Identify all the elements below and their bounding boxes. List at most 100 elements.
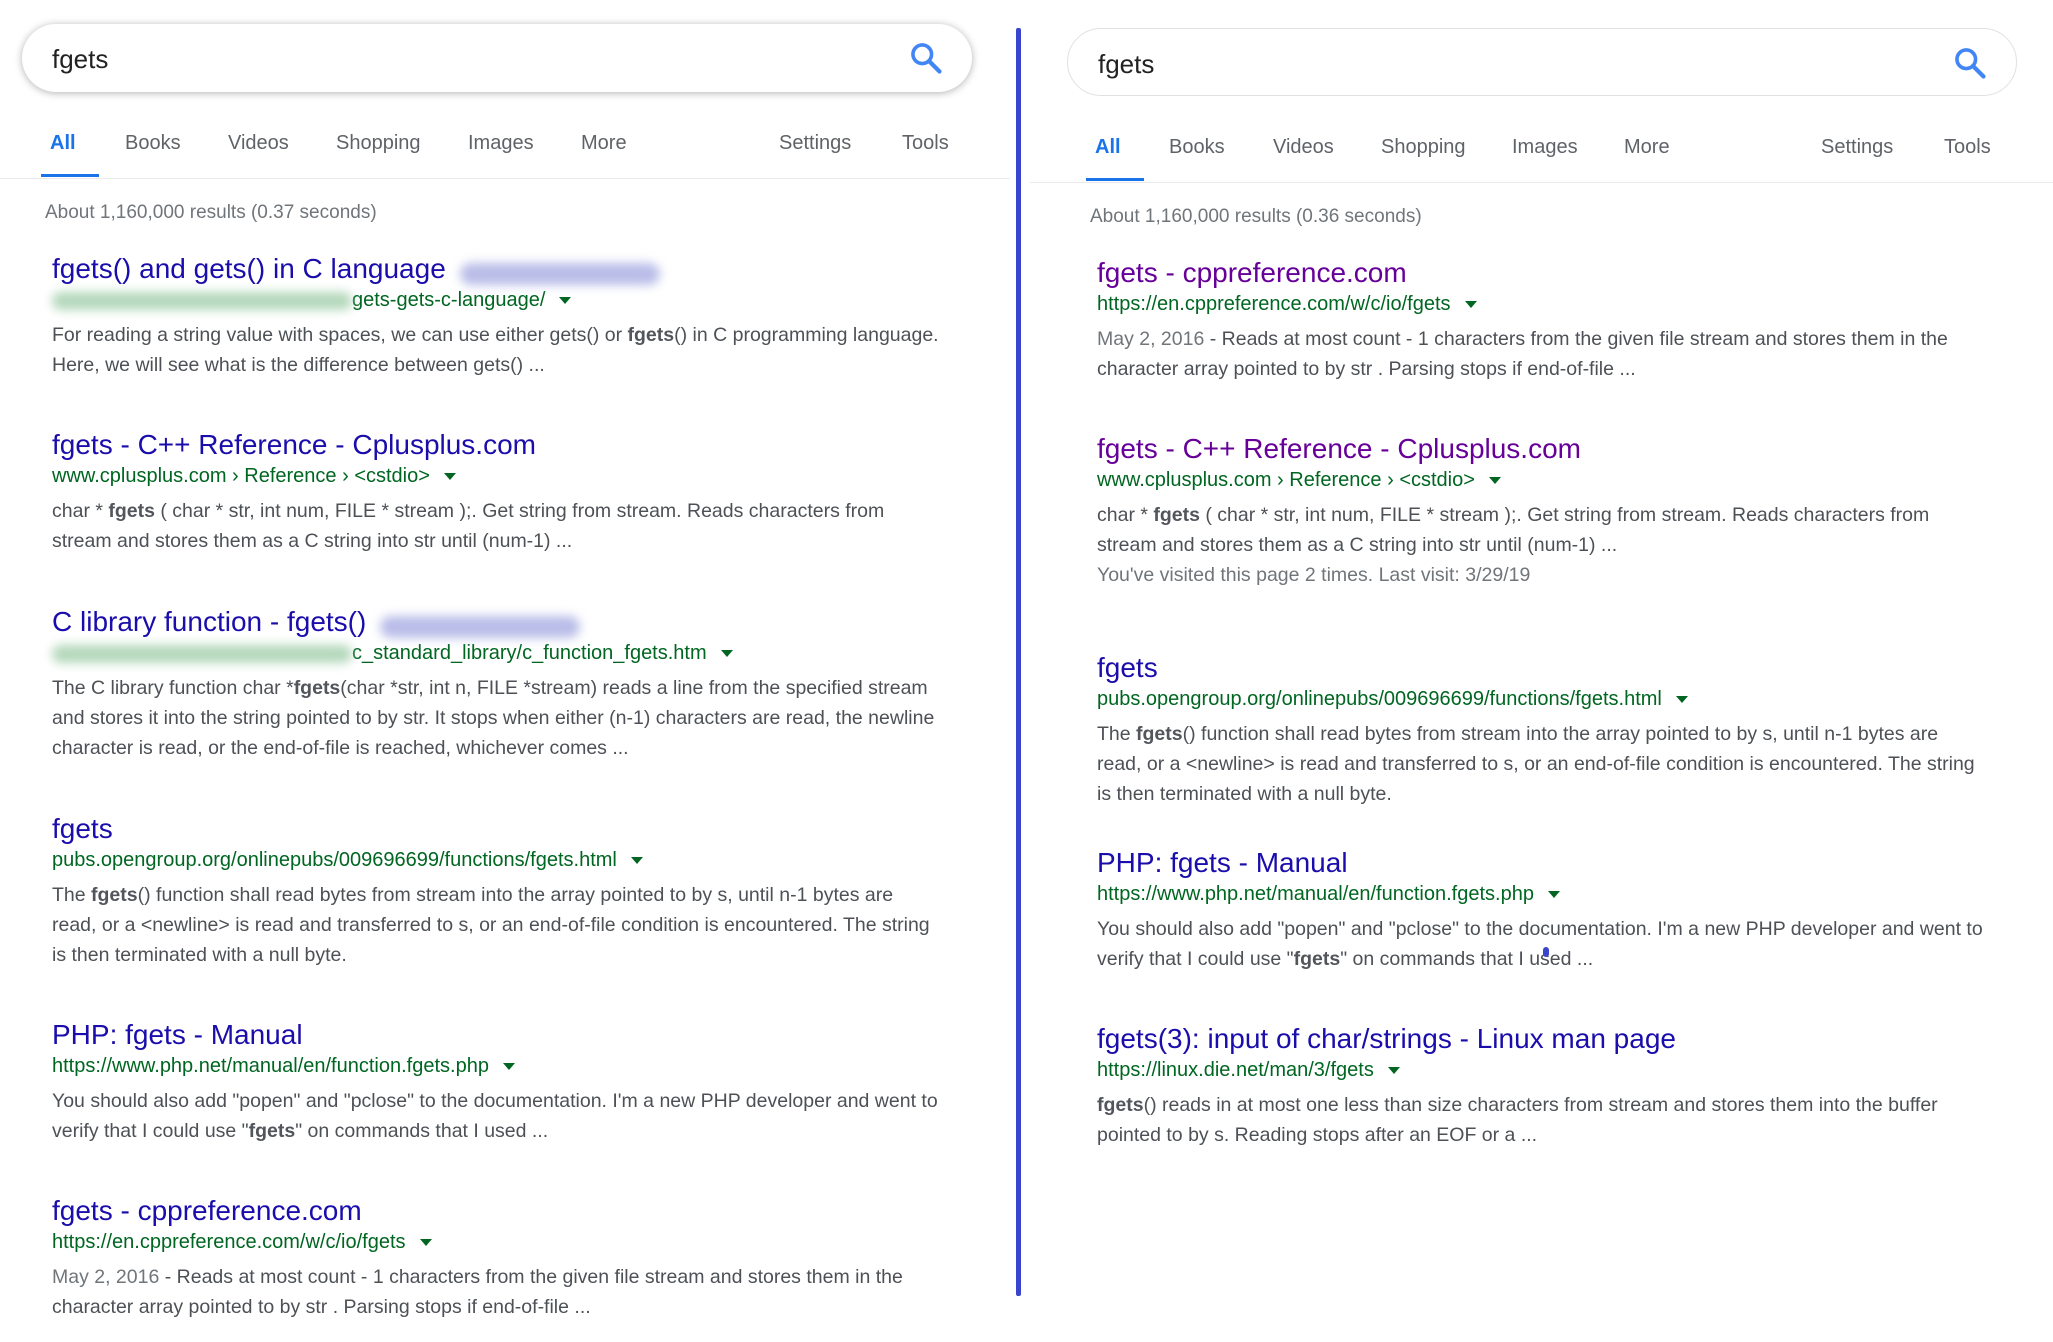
snippet-text: The <box>52 884 92 906</box>
cursor-mark <box>1543 947 1549 957</box>
caret-down-icon[interactable] <box>559 297 572 304</box>
result-snippet: The fgets() function shall read bytes fr… <box>52 880 972 970</box>
tab-tools[interactable]: Tools <box>902 132 949 155</box>
snippet-highlight: fgets <box>248 1120 296 1142</box>
tab-images[interactable]: Images <box>468 132 534 155</box>
caret-down-icon[interactable] <box>443 473 456 480</box>
snippet-text: - Reads at most count - 1 characters fro… <box>1097 328 1948 380</box>
result-snippet: char * fgets ( char * str, int num, FILE… <box>52 496 972 556</box>
tab-all[interactable]: All <box>1095 136 1121 159</box>
search-icon[interactable] <box>908 40 944 76</box>
caret-down-icon[interactable] <box>1464 301 1477 308</box>
redacted-url <box>52 291 352 310</box>
caret-down-icon[interactable] <box>419 1239 432 1246</box>
search-result: fgets() and gets() in C language gets-get… <box>52 252 972 380</box>
result-title-link[interactable]: fgets(3): input of char/strings - Linux … <box>1097 1022 1676 1056</box>
tab-tools[interactable]: Tools <box>1944 136 1991 159</box>
result-url[interactable]: www.cplusplus.com › Reference › <cstdio> <box>52 465 430 487</box>
tab-shopping[interactable]: Shopping <box>1381 136 1466 159</box>
result-url[interactable]: www.cplusplus.com › Reference › <cstdio> <box>1097 469 1475 491</box>
result-snippet: fgets() reads in at most one less than s… <box>1097 1090 2017 1150</box>
result-url-row: https://www.php.net/manual/en/function.f… <box>1097 883 2017 911</box>
snippet-highlight: fgets <box>627 324 675 346</box>
caret-down-icon[interactable] <box>720 650 733 657</box>
result-url[interactable]: gets-gets-c-language/ <box>352 289 545 311</box>
result-title-link[interactable]: fgets - C++ Reference - Cplusplus.com <box>52 428 536 462</box>
result-url[interactable]: https://en.cppreference.com/w/c/io/fgets <box>1097 293 1451 315</box>
result-title-link[interactable]: C library function - fgets() <box>52 605 366 639</box>
snippet-highlight: fgets <box>1293 948 1341 970</box>
snippet-highlight: fgets <box>1097 1094 1144 1116</box>
search-result: PHP: fgets - Manual https://www.php.net/m… <box>52 1018 972 1146</box>
result-url[interactable]: pubs.opengroup.org/onlinepubs/009696699/… <box>52 849 617 871</box>
result-url-row: https://www.php.net/manual/en/function.f… <box>52 1055 972 1083</box>
search-result: fgets - cppreference.com https://en.cppre… <box>52 1194 972 1322</box>
result-url-row: https://linux.die.net/man/3/fgets <box>1097 1059 2017 1087</box>
result-stats: About 1,160,000 results (0.37 seconds) <box>45 202 377 223</box>
result-title-link[interactable]: PHP: fgets - Manual <box>52 1018 303 1052</box>
panel-divider <box>1016 28 1021 1296</box>
snippet-text: () function shall read bytes from stream… <box>1097 723 1975 805</box>
result-date: May 2, 2016 <box>1097 328 1205 350</box>
active-tab-indicator <box>41 174 99 177</box>
caret-down-icon[interactable] <box>502 1063 515 1070</box>
result-url-row: www.cplusplus.com › Reference › <cstdio> <box>52 465 972 493</box>
redacted-url <box>52 644 352 663</box>
result-title-link[interactable]: fgets - cppreference.com <box>1097 256 1407 290</box>
result-snippet: May 2, 2016 - Reads at most count - 1 ch… <box>52 1262 972 1322</box>
result-snippet: char * fgets ( char * str, int num, FILE… <box>1097 500 2017 560</box>
tabs-divider <box>1030 182 2053 183</box>
result-snippet: For reading a string value with spaces, … <box>52 320 972 380</box>
result-url-row: c_standard_library/c_function_fgets.htm <box>52 642 972 670</box>
search-box[interactable]: fgets <box>1067 28 2017 96</box>
tab-books[interactable]: Books <box>1169 136 1225 159</box>
caret-down-icon[interactable] <box>1387 1067 1400 1074</box>
search-result: fgets - C++ Reference - Cplusplus.com www… <box>52 428 972 556</box>
result-title-link[interactable]: fgets <box>52 812 113 846</box>
tab-settings[interactable]: Settings <box>1821 136 1893 159</box>
result-title-link[interactable]: fgets - C++ Reference - Cplusplus.com <box>1097 432 1581 466</box>
snippet-highlight: fgets <box>91 884 138 906</box>
caret-down-icon[interactable] <box>1547 891 1560 898</box>
result-title-link[interactable]: PHP: fgets - Manual <box>1097 846 1348 880</box>
tab-more[interactable]: More <box>581 132 627 155</box>
tab-shopping[interactable]: Shopping <box>336 132 421 155</box>
result-url[interactable]: https://www.php.net/manual/en/function.f… <box>1097 883 1534 905</box>
search-result: PHP: fgets - Manual https://www.php.net/m… <box>1097 846 2017 974</box>
result-title-link[interactable]: fgets - cppreference.com <box>52 1194 362 1228</box>
tab-all[interactable]: All <box>50 132 76 155</box>
result-title-link[interactable]: fgets() and gets() in C language <box>52 252 446 286</box>
snippet-text: " on commands that I used ... <box>295 1120 549 1142</box>
search-tabs: All Books Videos Shopping Images More Settings… <box>0 118 1010 178</box>
search-icon[interactable] <box>1952 45 1988 81</box>
tab-books[interactable]: Books <box>125 132 181 155</box>
search-input[interactable]: fgets <box>52 44 108 75</box>
tab-videos[interactable]: Videos <box>1273 136 1334 159</box>
result-url-row: https://en.cppreference.com/w/c/io/fgets <box>1097 293 2017 321</box>
search-result: fgets(3): input of char/strings - Linux … <box>1097 1022 2017 1150</box>
search-result: C library function - fgets() c_standard_l… <box>52 605 972 763</box>
result-title-link[interactable]: fgets <box>1097 651 1158 685</box>
snippet-highlight: fgets <box>1153 504 1200 526</box>
snippet-text: " on commands that I used ... <box>1340 948 1594 970</box>
search-result: fgets pubs.opengroup.org/onlinepubs/00969… <box>52 812 972 970</box>
tab-images[interactable]: Images <box>1512 136 1578 159</box>
search-box[interactable]: fgets <box>22 24 972 92</box>
caret-down-icon[interactable] <box>630 857 643 864</box>
result-url[interactable]: pubs.opengroup.org/onlinepubs/009696699/… <box>1097 688 1662 710</box>
result-url[interactable]: https://en.cppreference.com/w/c/io/fgets <box>52 1231 406 1253</box>
snippet-text: The C library function char * <box>52 677 294 699</box>
caret-down-icon[interactable] <box>1675 696 1688 703</box>
snippet-text: ( char * str, int num, FILE * stream );.… <box>1097 504 1930 556</box>
result-url[interactable]: c_standard_library/c_function_fgets.htm <box>352 642 707 664</box>
redacted-site-name <box>380 615 581 638</box>
tab-more[interactable]: More <box>1624 136 1670 159</box>
tabs-divider <box>0 178 1010 179</box>
result-url[interactable]: https://linux.die.net/man/3/fgets <box>1097 1059 1374 1081</box>
snippet-text: For reading a string value with spaces, … <box>52 324 628 346</box>
tab-settings[interactable]: Settings <box>779 132 851 155</box>
tab-videos[interactable]: Videos <box>228 132 289 155</box>
search-input[interactable]: fgets <box>1098 49 1154 80</box>
result-url[interactable]: https://www.php.net/manual/en/function.f… <box>52 1055 489 1077</box>
caret-down-icon[interactable] <box>1488 477 1501 484</box>
